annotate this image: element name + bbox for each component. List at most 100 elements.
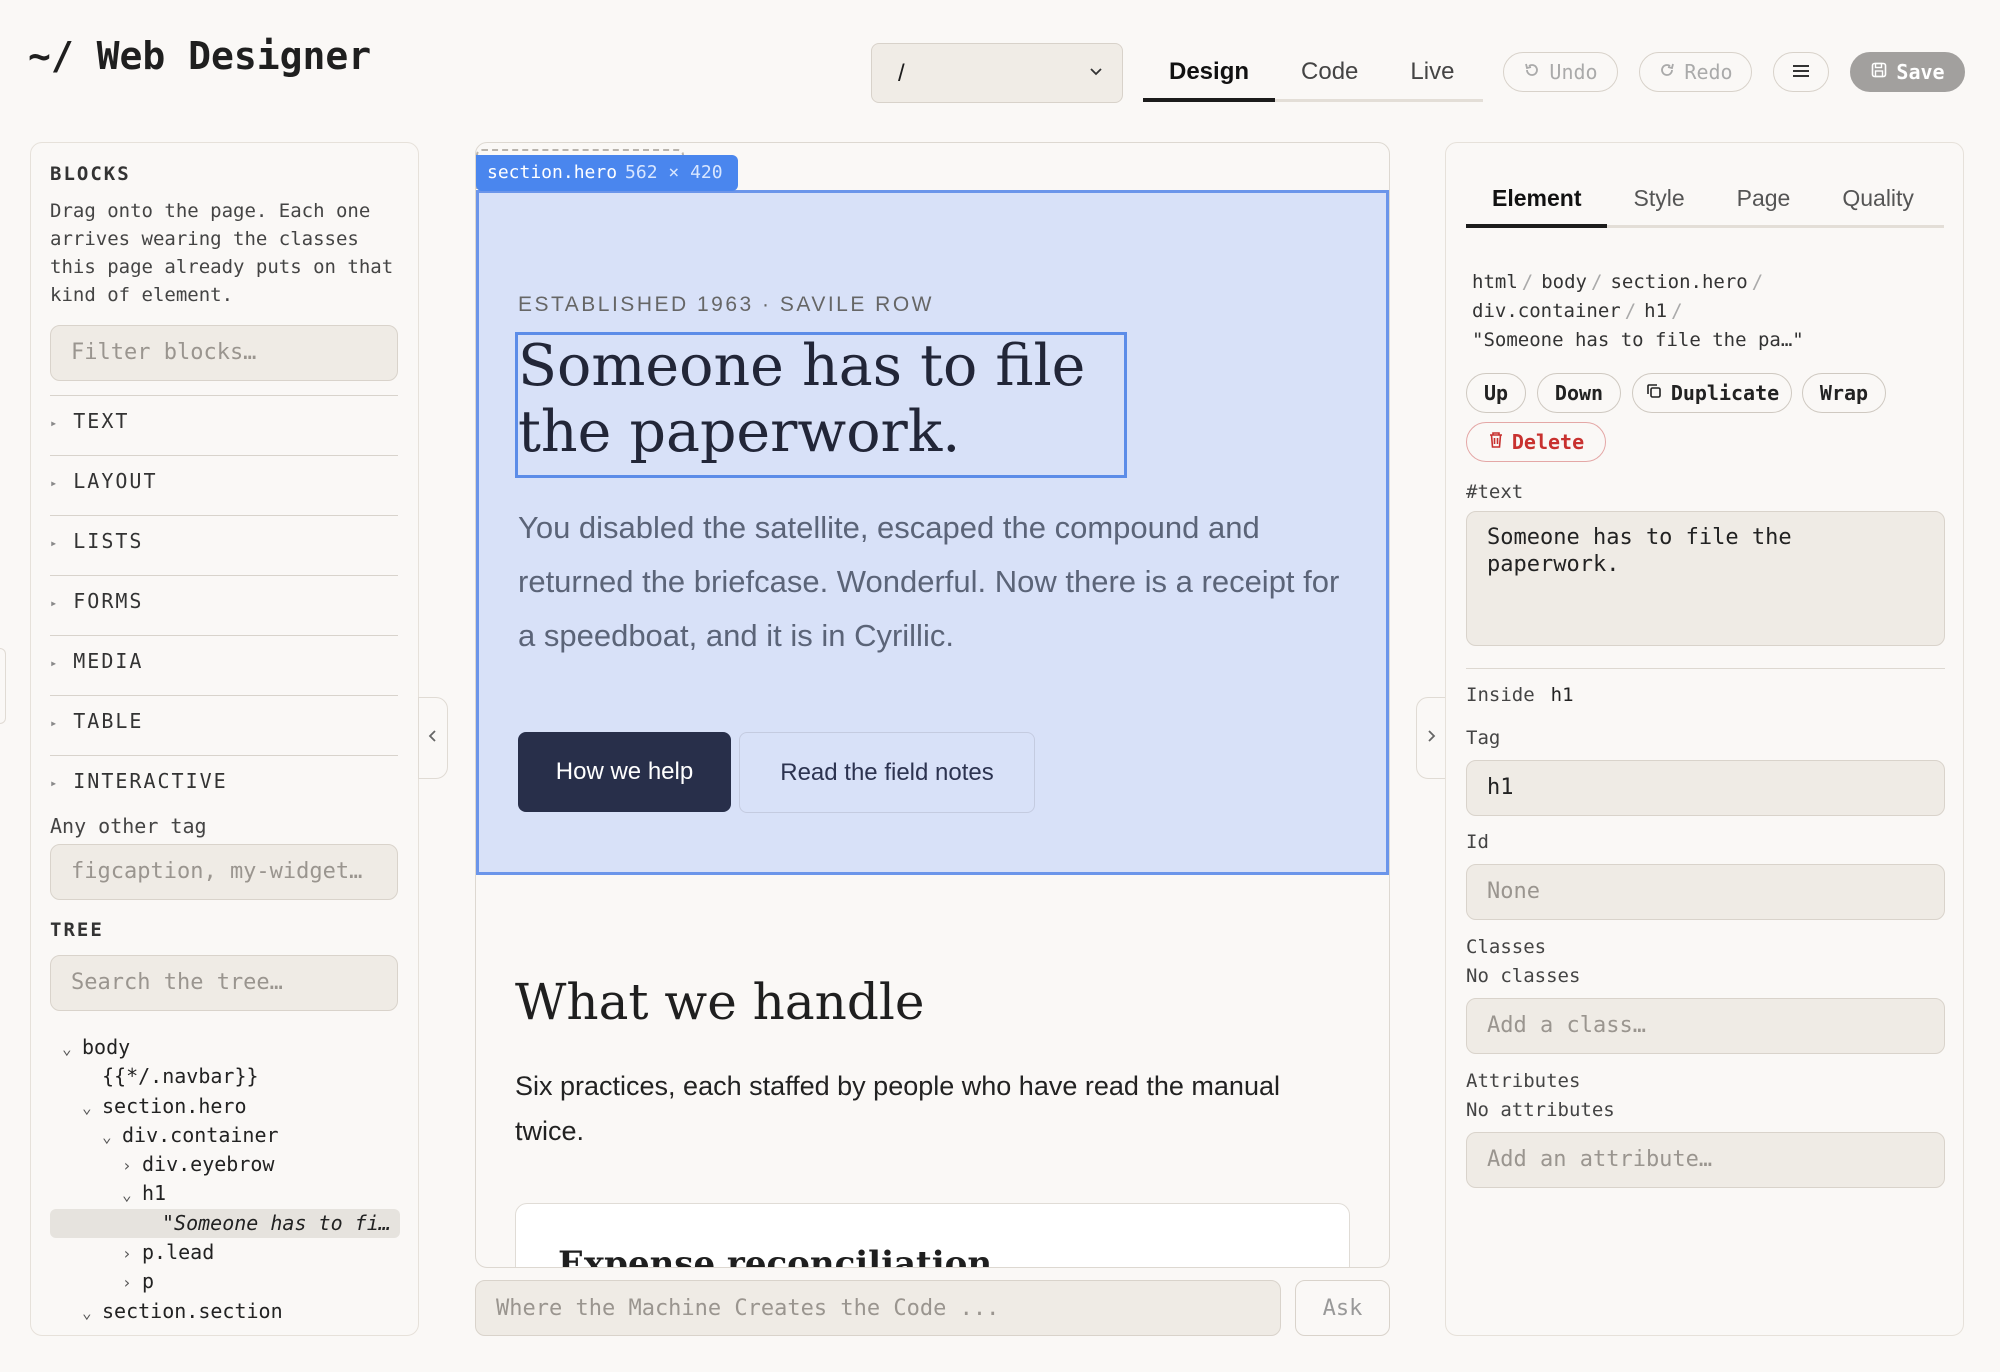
card-title: Expense reconciliation [558, 1244, 993, 1268]
inspector-panel: Element Style Page Quality html / body / sec… [1445, 142, 1964, 1336]
section-title[interactable]: What we handle [515, 973, 924, 1031]
category-layout[interactable]: ▸ LAYOUT [50, 455, 398, 515]
redo-icon [1658, 60, 1676, 84]
practice-card[interactable]: Expense reconciliation [515, 1203, 1350, 1268]
category-text[interactable]: ▸ TEXT [50, 395, 398, 455]
menu-button[interactable] [1773, 52, 1829, 92]
duplicate-button[interactable]: Duplicate [1632, 373, 1792, 413]
tree-row[interactable]: ⌄ h1 [50, 1179, 400, 1208]
selection-tag: section.hero [487, 162, 618, 183]
ask-input[interactable]: Where the Machine Creates the Code ... [475, 1280, 1281, 1336]
tag-field[interactable]: h1 [1466, 760, 1945, 816]
hero-section[interactable]: ESTABLISHED 1963 · SAVILE ROW Someone ha… [476, 190, 1389, 875]
tree-caret-icon: ⌄ [122, 1185, 132, 1205]
tree-caret-icon: ⌄ [62, 1039, 72, 1058]
tab-quality[interactable]: Quality [1816, 173, 1940, 228]
left-edge-handle[interactable] [0, 648, 6, 724]
add-attribute-field[interactable]: Add an attribute… [1466, 1132, 1945, 1188]
breadcrumb: html / body / section.hero / div.container / h1/… [1472, 271, 1804, 351]
filter-blocks-input[interactable]: Filter blocks… [50, 325, 398, 381]
tree-caret-icon: › [122, 1156, 132, 1176]
undo-button[interactable]: Undo [1503, 52, 1618, 92]
trash-icon [1488, 430, 1504, 454]
blocks-description: Drag onto the page. Each one arrives wea… [50, 200, 394, 306]
section-text[interactable]: Six practices, each staffed by people wh… [515, 1064, 1345, 1154]
inside-value: h1 [1550, 684, 1574, 706]
field-notes-button[interactable]: Read the field notes [739, 732, 1035, 813]
category-table[interactable]: ▸ TABLE [50, 695, 398, 755]
chevron-down-icon [1088, 62, 1104, 85]
redo-button[interactable]: Redo [1639, 52, 1752, 92]
collapse-left-panel-button[interactable] [418, 697, 448, 779]
tree-caret-icon: ⌄ [82, 1302, 92, 1322]
expand-triangle-icon: ▸ [50, 595, 60, 610]
tab-element[interactable]: Element [1466, 173, 1608, 228]
tree-search-input[interactable]: Search the tree… [50, 955, 398, 1011]
duplicate-label: Duplicate [1670, 381, 1780, 405]
tree-row[interactable]: {{*/.navbar}} [50, 1062, 400, 1091]
expand-triangle-icon: ▸ [50, 475, 60, 490]
breadcrumb-item[interactable]: body [1541, 271, 1587, 293]
route-select[interactable]: / [871, 43, 1123, 103]
category-media[interactable]: ▸ MEDIA [50, 635, 398, 695]
tree-row[interactable]: › p [50, 1267, 400, 1296]
hamburger-icon [1791, 59, 1811, 85]
ask-button[interactable]: Ask [1295, 1280, 1390, 1336]
tab-page[interactable]: Page [1711, 173, 1817, 228]
tree-caret-icon: › [122, 1244, 132, 1264]
breadcrumb-item[interactable]: h1 [1644, 300, 1667, 322]
tree-row[interactable]: ⌄ section.section [50, 1297, 400, 1326]
tab-style[interactable]: Style [1607, 173, 1710, 228]
hero-lead[interactable]: You disabled the satellite, escaped the … [518, 501, 1348, 663]
tab-code[interactable]: Code [1275, 44, 1384, 102]
breadcrumb-item[interactable]: html [1472, 271, 1518, 293]
tree-row[interactable]: › p.lead [50, 1238, 400, 1267]
tree-row[interactable]: ⌄ section.hero [50, 1092, 400, 1121]
tab-live[interactable]: Live [1384, 44, 1480, 102]
tree-row-selected[interactable]: "Someone has to fi… [50, 1208, 400, 1239]
duplicate-icon [1645, 381, 1663, 405]
collapse-right-panel-button[interactable] [1416, 697, 1446, 779]
how-we-help-button[interactable]: How we help [518, 732, 731, 812]
tab-design[interactable]: Design [1143, 44, 1276, 102]
wrap-button[interactable]: Wrap [1802, 373, 1886, 413]
category-forms[interactable]: ▸ FORMS [50, 575, 398, 635]
attributes-label: Attributes [1466, 1070, 1581, 1092]
other-tag-label: Any other tag [50, 814, 207, 838]
selected-element-outline [515, 332, 1127, 478]
text-content-field[interactable]: Someone has to file the paperwork. [1466, 511, 1945, 646]
id-field[interactable]: None [1466, 864, 1945, 920]
breadcrumb-item[interactable]: section.hero [1610, 271, 1747, 293]
tree-row[interactable]: ⌄ div.container [50, 1121, 400, 1150]
app-title: ~/ Web Designer [28, 34, 372, 78]
category-interactive[interactable]: ▸ INTERACTIVE [50, 755, 398, 815]
other-tag-input[interactable]: figcaption, my-widget… [50, 844, 398, 900]
route-value: / [898, 60, 905, 87]
classes-label: Classes [1466, 936, 1547, 958]
selection-label: section.hero 562 × 420 [476, 155, 738, 191]
undo-label: Undo [1549, 60, 1598, 84]
save-icon [1870, 60, 1888, 84]
breadcrumb-item[interactable]: div.container [1472, 300, 1621, 322]
save-button[interactable]: Save [1850, 52, 1965, 92]
undo-icon [1523, 60, 1541, 84]
mode-tabs: Design Code Live [1143, 44, 1483, 102]
category-lists[interactable]: ▸ LISTS [50, 515, 398, 575]
chevron-right-icon [1425, 728, 1437, 749]
inside-label: Inside h1 [1466, 684, 1574, 706]
tree-row[interactable]: › div.eyebrow [50, 1150, 400, 1179]
delete-button[interactable]: Delete [1466, 422, 1606, 462]
tree-heading: TREE [50, 919, 104, 941]
tree-row[interactable]: ⌄ body [50, 1033, 400, 1062]
left-panel: BLOCKS Drag onto the page. Each one arri… [30, 142, 419, 1336]
hero-eyebrow[interactable]: ESTABLISHED 1963 · SAVILE ROW [518, 293, 934, 317]
add-class-field[interactable]: Add a class… [1466, 998, 1945, 1054]
classes-value: No classes [1466, 965, 1581, 987]
breadcrumb-current: "Someone has to file the pa…" [1472, 329, 1804, 351]
save-label: Save [1896, 60, 1945, 84]
expand-triangle-icon: ▸ [50, 415, 60, 430]
move-up-button[interactable]: Up [1466, 373, 1526, 413]
tree-caret-icon: ⌄ [102, 1126, 112, 1146]
move-down-button[interactable]: Down [1537, 373, 1621, 413]
design-canvas[interactable]: ESTABLISHED 1963 · SAVILE ROW Someone ha… [475, 142, 1390, 1268]
